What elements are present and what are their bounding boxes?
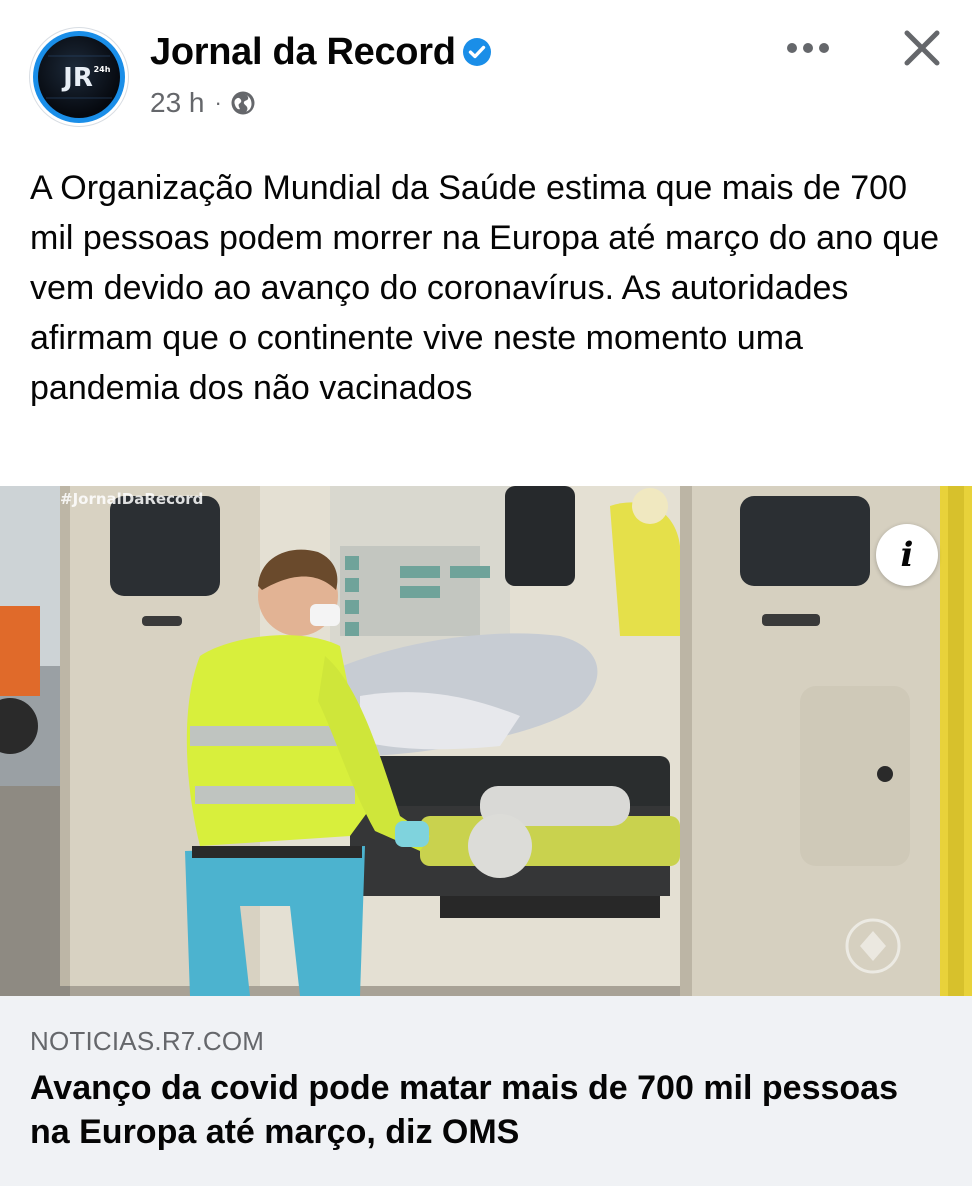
globe-icon bbox=[231, 91, 255, 115]
close-icon[interactable] bbox=[900, 26, 944, 70]
more-options-icon[interactable] bbox=[782, 30, 834, 66]
ambulance-photo bbox=[0, 486, 972, 996]
post-text: A Organização Mundial da Saúde estima qu… bbox=[30, 169, 940, 407]
page-name[interactable]: Jornal da Record bbox=[150, 30, 456, 74]
post-time[interactable]: 23 h bbox=[150, 87, 205, 119]
avatar-logo: JR 24h bbox=[38, 36, 120, 118]
avatar-badge-text: 24h bbox=[94, 65, 111, 74]
link-domain: NOTICIAS.R7.COM bbox=[30, 1026, 265, 1056]
page-avatar[interactable]: JR 24h bbox=[30, 28, 128, 126]
post-image[interactable]: #JornalDaRecord bbox=[0, 486, 972, 996]
link-preview[interactable]: NOTICIAS.R7.COM Avanço da covid pode mat… bbox=[0, 996, 972, 1186]
verified-badge-icon bbox=[463, 38, 491, 66]
image-watermark: #JornalDaRecord bbox=[60, 490, 204, 508]
meta-separator: · bbox=[214, 90, 222, 115]
post-meta: 23 h · bbox=[150, 86, 256, 120]
info-button[interactable]: i bbox=[876, 524, 938, 586]
facebook-post: JR 24h Jornal da Record 23 h · A Organiz… bbox=[0, 0, 972, 1200]
avatar-logo-text: JR bbox=[61, 63, 93, 93]
link-title[interactable]: Avanço da covid pode matar mais de 700 m… bbox=[30, 1066, 940, 1154]
